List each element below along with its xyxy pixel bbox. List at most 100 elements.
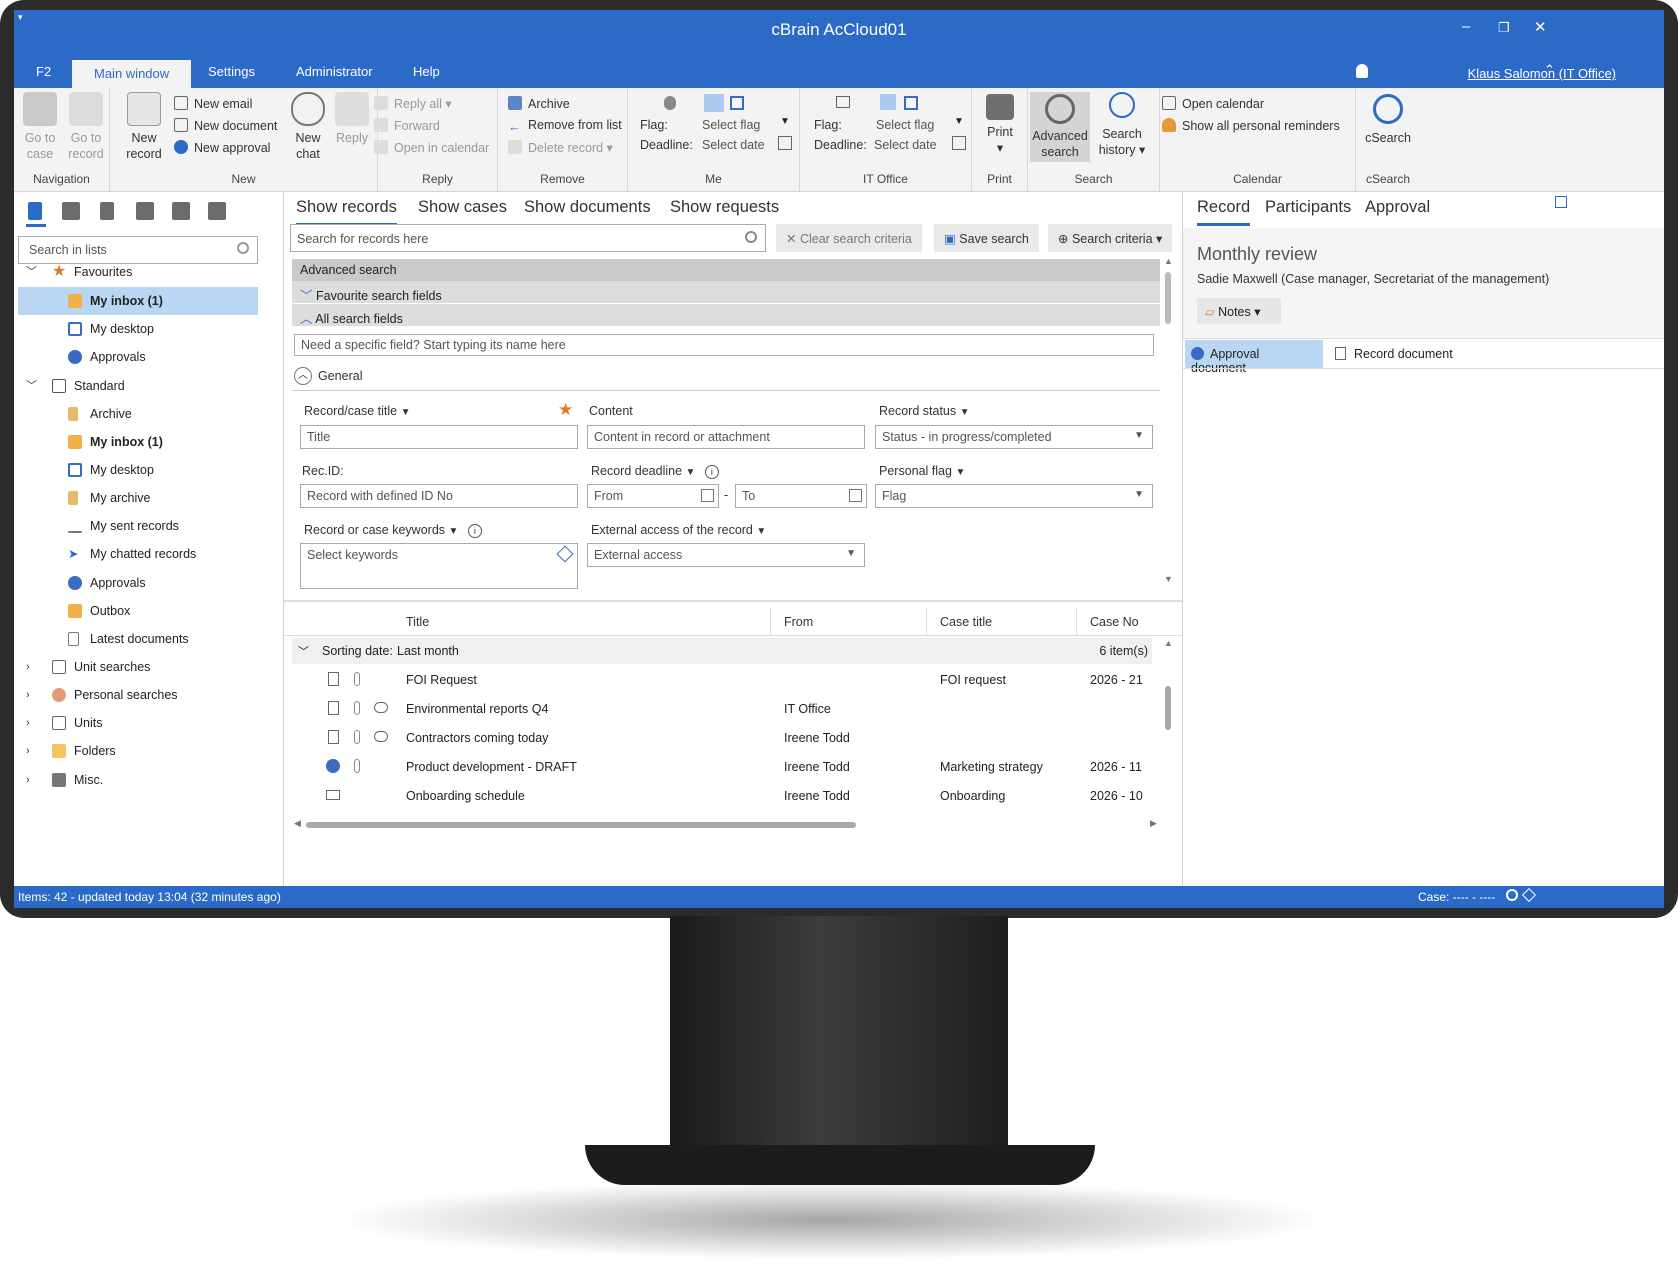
tab-help[interactable]: Help bbox=[391, 58, 462, 88]
list-scrollbar-thumb[interactable] bbox=[1165, 686, 1171, 730]
scroll-right-icon[interactable]: ▶ bbox=[1150, 818, 1157, 829]
tree-misc[interactable]: › Misc. bbox=[14, 766, 284, 794]
new-email-button[interactable]: New email bbox=[174, 96, 252, 111]
archive-button[interactable]: Archive bbox=[508, 96, 570, 111]
close-icon[interactable]: ✕ bbox=[1534, 18, 1547, 36]
table-row[interactable]: Onboarding schedule Ireene Todd Onboarding… bbox=[292, 781, 1160, 810]
record-search-input[interactable]: Search for records here bbox=[290, 224, 766, 252]
tab-settings[interactable]: Settings bbox=[186, 58, 277, 88]
table-row[interactable]: FOI Request FOI request 2026 - 21 bbox=[292, 665, 1160, 694]
tree-my-desktop[interactable]: My desktop bbox=[14, 456, 284, 484]
csearch-button[interactable]: cSearch bbox=[1360, 92, 1416, 146]
calendar-icon[interactable] bbox=[849, 489, 862, 502]
tree-latest-documents[interactable]: Latest documents bbox=[14, 625, 284, 653]
deadline-to-input[interactable]: To bbox=[735, 484, 867, 508]
tree-outbox[interactable]: Outbox bbox=[14, 597, 284, 625]
field-finder-input[interactable]: Need a specific field? Start typing its … bbox=[294, 334, 1154, 356]
info-icon[interactable]: i bbox=[704, 465, 719, 479]
collapse-icon[interactable]: ﹀ bbox=[26, 372, 37, 400]
horizontal-scrollbar-thumb[interactable] bbox=[306, 822, 856, 828]
new-document-button[interactable]: New document bbox=[174, 118, 277, 133]
expand-icon[interactable]: › bbox=[26, 653, 30, 681]
forward-button[interactable]: Forward bbox=[374, 118, 440, 133]
it-select-date[interactable]: Select date bbox=[874, 138, 937, 152]
expand-icon[interactable]: › bbox=[26, 681, 30, 709]
clear-search-button[interactable]: ✕ Clear search criteria bbox=[776, 224, 922, 252]
it-select-flag[interactable]: Select flag bbox=[876, 118, 934, 132]
goto-record-button[interactable]: Go to record bbox=[64, 92, 108, 162]
minimize-icon[interactable]: – bbox=[1462, 18, 1470, 35]
favourite-fields-band[interactable]: ﹀ Favourite search fields bbox=[292, 281, 1160, 303]
tree-my-archive[interactable]: My archive bbox=[14, 484, 284, 512]
personal-flag-label[interactable]: Personal flag ▼ bbox=[879, 464, 965, 478]
notes-button[interactable]: ▱ Notes ▾ bbox=[1197, 298, 1281, 324]
tree-fav-approvals[interactable]: Approvals bbox=[14, 343, 284, 371]
tree-fav-my-desktop[interactable]: My desktop bbox=[14, 315, 284, 343]
star-icon[interactable]: ★ bbox=[558, 400, 573, 420]
splitter[interactable] bbox=[284, 600, 1182, 602]
folder-nav-icon[interactable] bbox=[208, 202, 226, 220]
hierarchy-nav-icon[interactable] bbox=[62, 202, 80, 220]
deadline-from-input[interactable]: From bbox=[587, 484, 719, 508]
scroll-down-icon[interactable]: ▼ bbox=[1164, 574, 1173, 584]
open-calendar-button[interactable]: Open calendar bbox=[1162, 96, 1264, 111]
reminders-button[interactable]: Show all personal reminders bbox=[1162, 118, 1340, 133]
user-link[interactable]: Klaus Salomon (IT Office) bbox=[1468, 66, 1616, 81]
tab-participants[interactable]: Participants bbox=[1265, 198, 1351, 217]
keywords-input[interactable]: Select keywords bbox=[300, 543, 578, 589]
goto-case-button[interactable]: Go to case bbox=[20, 92, 60, 162]
collapse-general-icon[interactable]: ︿ bbox=[294, 367, 312, 385]
expand-icon[interactable]: › bbox=[26, 709, 30, 737]
tab-show-requests[interactable]: Show requests bbox=[670, 198, 779, 217]
external-access-select[interactable]: External access ▼ bbox=[587, 543, 865, 567]
me-select-flag[interactable]: Select flag bbox=[702, 118, 760, 132]
advanced-search-button[interactable]: Advanced search bbox=[1030, 92, 1090, 162]
external-access-label[interactable]: External access of the record ▼ bbox=[591, 523, 766, 537]
save-search-button[interactable]: ▣ Save search bbox=[934, 224, 1039, 252]
tab-main-window[interactable]: Main window bbox=[72, 60, 192, 88]
tab-approval[interactable]: Approval bbox=[1365, 198, 1430, 217]
timer-icon[interactable] bbox=[1506, 889, 1518, 901]
tree-units[interactable]: › Units bbox=[14, 709, 284, 737]
col-from[interactable]: From bbox=[784, 615, 813, 629]
scroll-left-icon[interactable]: ◀ bbox=[294, 818, 301, 829]
personal-flag-select[interactable]: Flag ▼ bbox=[875, 484, 1153, 508]
collapse-icon[interactable]: ﹀ bbox=[298, 643, 309, 659]
tree-favourites[interactable]: ﹀ ★ Favourites bbox=[14, 258, 284, 286]
status-select[interactable]: Status - in progress/completed ▼ bbox=[875, 425, 1153, 449]
col-title[interactable]: Title bbox=[406, 615, 429, 629]
remove-from-list-button[interactable]: ← Remove from list bbox=[508, 118, 622, 134]
reply-button[interactable]: Reply bbox=[332, 92, 372, 146]
search-criteria-button[interactable]: ⊕ Search criteria ▾ bbox=[1048, 224, 1173, 252]
tree-personal-searches[interactable]: › Personal searches bbox=[14, 681, 284, 709]
tab-show-documents[interactable]: Show documents bbox=[524, 198, 651, 217]
list-nav-icon[interactable] bbox=[100, 202, 114, 220]
title-input[interactable]: Title bbox=[300, 425, 578, 449]
recid-input[interactable]: Record with defined ID No bbox=[300, 484, 578, 508]
tab-record[interactable]: Record bbox=[1197, 198, 1251, 226]
records-nav-icon[interactable] bbox=[28, 202, 42, 220]
tree-approvals[interactable]: Approvals bbox=[14, 569, 284, 597]
tree-unit-searches[interactable]: › Unit searches bbox=[14, 653, 284, 681]
tab-show-records[interactable]: Show records bbox=[296, 198, 397, 226]
new-approval-button[interactable]: New approval bbox=[174, 140, 270, 155]
keywords-field-label[interactable]: Record or case keywords ▼ i bbox=[304, 523, 482, 538]
it-flag-dropdown-icon[interactable]: ▼ bbox=[954, 116, 964, 127]
status-field-label[interactable]: Record status ▼ bbox=[879, 404, 970, 418]
info-icon[interactable]: i bbox=[467, 524, 482, 538]
me-select-date[interactable]: Select date bbox=[702, 138, 765, 152]
col-case-title[interactable]: Case title bbox=[940, 615, 992, 629]
tab-show-cases[interactable]: Show cases bbox=[418, 198, 507, 217]
popout-icon[interactable] bbox=[1555, 196, 1567, 208]
doc-tab-approval[interactable]: Approval document bbox=[1185, 340, 1323, 375]
calendar-icon[interactable] bbox=[778, 136, 792, 150]
content-input[interactable]: Content in record or attachment bbox=[587, 425, 865, 449]
delete-record-button[interactable]: Delete record ▾ bbox=[508, 140, 613, 155]
tree-fav-my-inbox[interactable]: My inbox (1) bbox=[18, 287, 258, 315]
reply-all-button[interactable]: Reply all ▾ bbox=[374, 96, 452, 111]
new-chat-button[interactable]: New chat bbox=[286, 92, 330, 162]
scrollbar-thumb[interactable] bbox=[1165, 272, 1171, 324]
collapse-icon[interactable]: ﹀ bbox=[26, 258, 37, 286]
open-in-calendar-button[interactable]: Open in calendar bbox=[374, 140, 489, 155]
people-nav-icon[interactable] bbox=[172, 202, 190, 220]
